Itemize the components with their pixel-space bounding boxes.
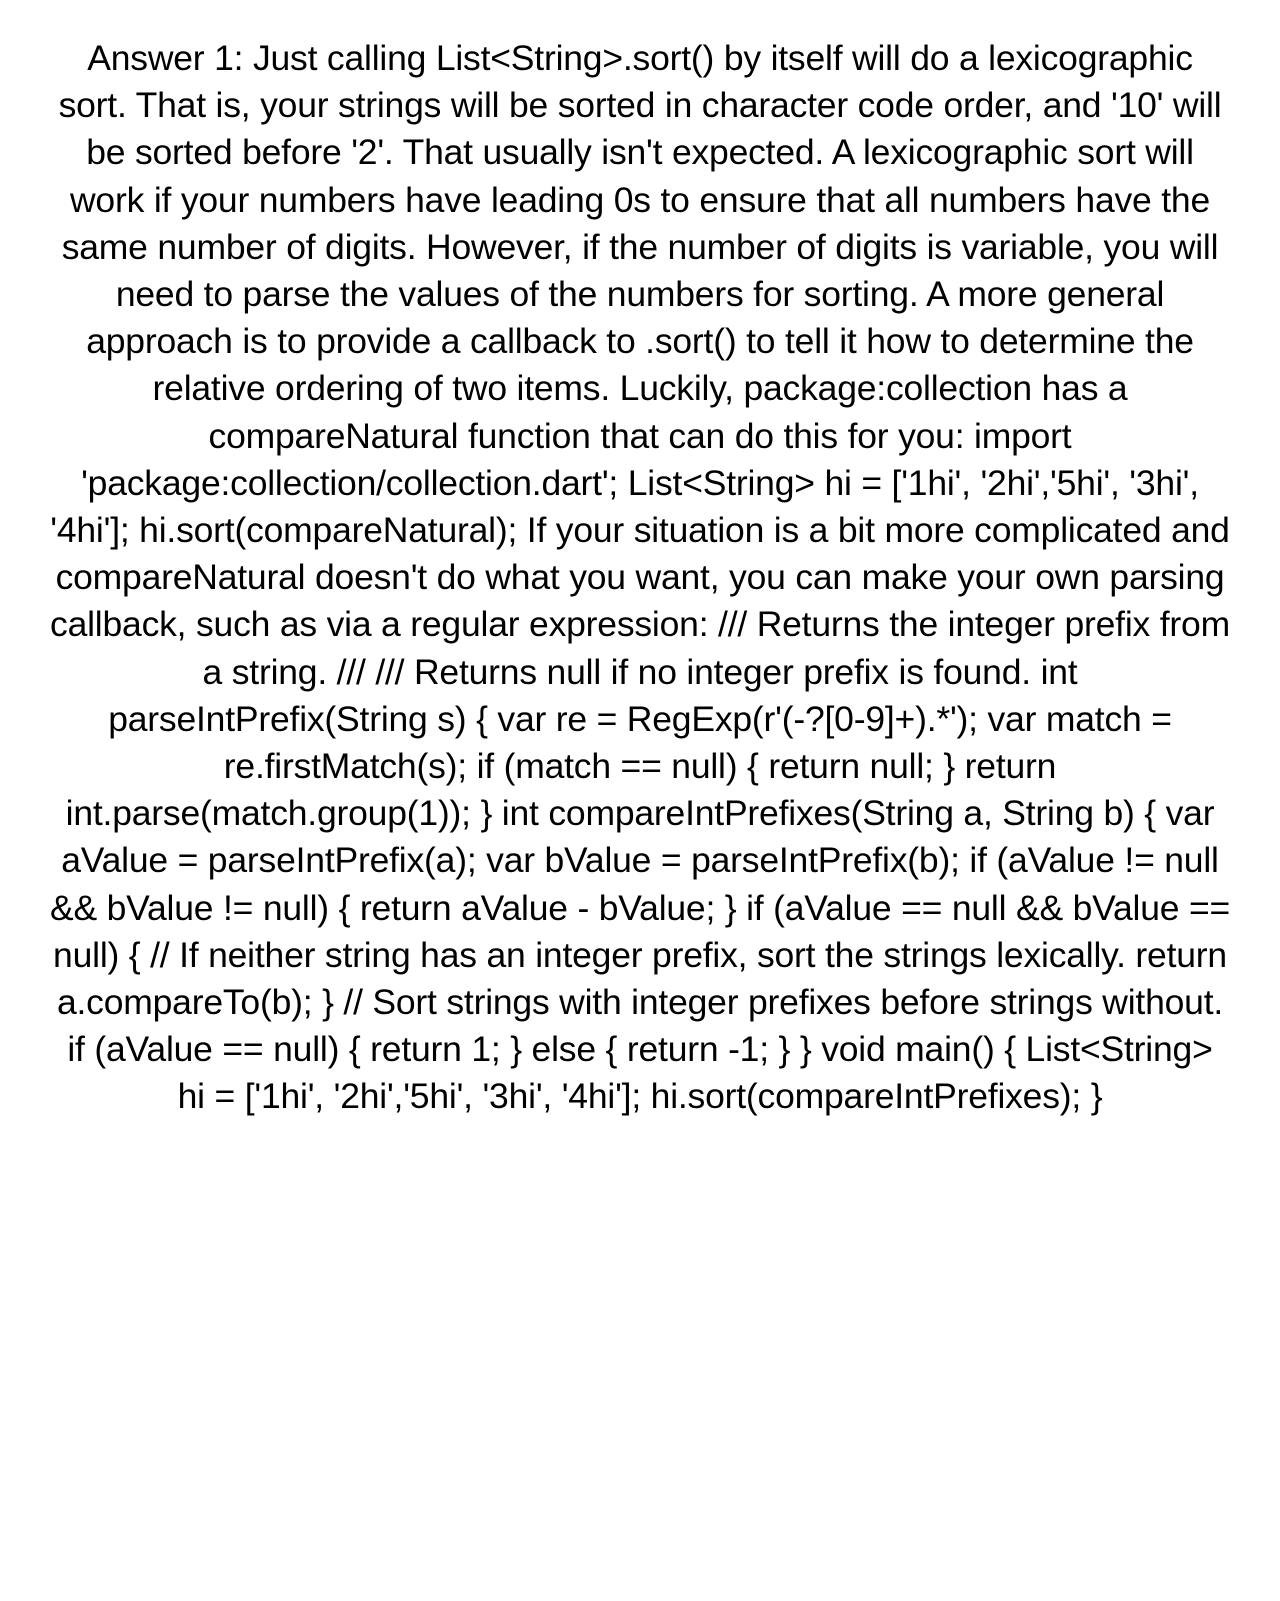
- document-text-block: Answer 1: Just calling List<String>.sort…: [50, 35, 1230, 1121]
